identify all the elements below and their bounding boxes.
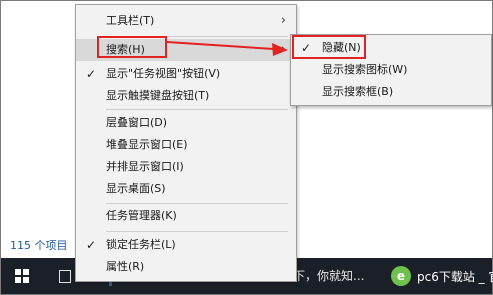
annotation-arrow-icon [166,41,288,56]
